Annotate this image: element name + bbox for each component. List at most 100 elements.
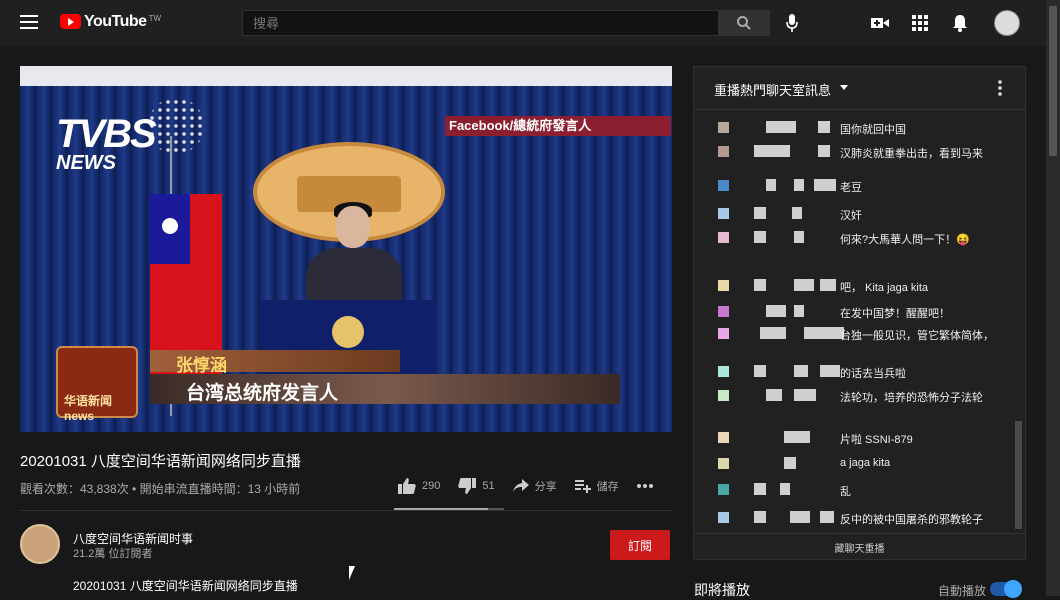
chat-author-avatar[interactable] [718,280,729,291]
chat-message-text: 的话去当兵啦 [840,368,906,380]
source-banner: Facebook/總統府發言人 [445,116,671,136]
menu-icon[interactable] [20,15,38,29]
video-description: 20201031 八度空间华语新闻网络同步直播 [73,579,298,593]
subscriber-count: 21.2萬 位訂閱者 [73,548,153,560]
youtube-play-icon [60,14,81,29]
chat-message: 乱 [718,481,998,503]
chat-message: 汉奸 [718,205,998,227]
chat-message: 吧， Kita jaga kita [718,277,998,299]
chat-message: 汉肺炎就重拳出击，看到马来 [718,143,998,165]
dislike-count: 51 [482,480,495,492]
share-button[interactable]: 分享 [512,478,557,494]
chat-message: 反中的被中国屠杀的邪教轮子 [718,509,998,531]
up-next-heading: 即將播放 [694,582,750,598]
chat-message-text: 片啦 SSNI-879 [840,434,913,446]
chat-message: 台独一般见识，管它繁体简体， [718,325,998,347]
chat-message: 何來?大馬華人問一下！😝 [718,229,998,251]
chat-author-avatar[interactable] [718,390,729,401]
divider [20,510,672,511]
logo-region: TW [148,14,161,23]
chat-message-text: 乱 [840,486,851,498]
apps-grid-icon[interactable] [910,13,930,33]
chat-message: 的话去当兵啦 [718,363,998,385]
chat-message-text: 国你就回中国 [840,124,906,136]
more-actions-button[interactable] [636,484,659,488]
chat-message-text: 汉奸 [840,210,862,222]
chat-message-text: a jaga kita [840,457,891,469]
tvbs-logo: TVBS NEWS [56,98,206,176]
chat-mode-dropdown[interactable]: 重播熱門聊天室訊息 [714,80,831,99]
hide-chat-replay-button[interactable]: 藏聊天重播 [694,540,1025,555]
page-scrollbar[interactable] [1046,0,1060,596]
chat-author-avatar[interactable] [718,122,729,133]
youtube-logo[interactable]: YouTube TW [60,14,161,30]
chat-message-text: 何來?大馬華人問一下！😝 [840,234,970,246]
view-count: 觀看次數：43,838次 • 開始串流直播時間：13 小時前 [20,482,301,496]
video-top-strip [20,66,672,86]
chat-author-avatar[interactable] [718,146,729,157]
dislike-button[interactable]: 51 [458,478,495,494]
chat-author-avatar[interactable] [718,432,729,443]
autoplay-label: 自動播放 [938,584,987,598]
notifications-bell-icon[interactable] [950,13,970,33]
speaker-name: 张惇涵 [176,356,227,375]
chat-message-text: 法轮功，培养的恐怖分子法轮 [840,392,983,404]
search-input[interactable] [243,11,715,35]
chevron-down-icon[interactable] [840,85,848,90]
thumbs-down-icon [458,478,477,494]
like-button[interactable]: 290 [398,478,440,494]
chat-message: 国你就回中国 [718,119,998,141]
chat-author-avatar[interactable] [718,366,729,377]
chat-messages: 国你就回中国汉肺炎就重拳出击，看到马来 老豆汉奸何來?大馬華人問一下！😝 吧， Ki… [694,111,1025,531]
video-title: 20201031 八度空间华语新闻网络同步直播 [20,453,301,470]
tvbs-logo-small: NEWS [56,152,116,174]
create-video-icon[interactable] [870,13,890,33]
mouse-cursor [349,566,355,580]
chat-scrollbar[interactable] [1014,111,1022,529]
chat-message-text: 汉肺炎就重拳出击，看到马来 [840,148,983,160]
chat-message-text: 在发中国梦！醒醒吧！ [840,308,950,320]
search-box [242,10,719,36]
chat-message-text: 反中的被中国屠杀的邪教轮子 [840,514,983,526]
chat-message-text: 吧， Kita jaga kita [840,282,929,294]
subscribe-button[interactable]: 訂閱 [610,530,670,560]
playlist-add-icon [574,480,591,493]
chat-author-avatar[interactable] [718,208,729,219]
account-avatar[interactable] [994,10,1020,36]
news-logo-text: 华语新闻 news [64,394,113,423]
chat-message-text: 老豆 [840,182,862,194]
video-actions: 290 51 分享 儲存 [398,478,677,494]
chat-author-avatar[interactable] [718,458,729,469]
search-button[interactable] [718,10,770,36]
chat-header: 重播熱門聊天室訊息 [694,67,1025,110]
chat-message: 在发中国梦！醒醒吧！ [718,303,998,325]
chat-author-avatar[interactable] [718,512,729,523]
microphone-icon[interactable] [782,13,802,33]
like-count: 290 [422,480,441,492]
chat-message: 法轮功，培养的恐怖分子法轮 [718,387,998,409]
chat-author-avatar[interactable] [718,232,729,243]
chat-author-avatar[interactable] [718,484,729,495]
chat-message: a jaga kita [718,455,998,477]
chat-author-avatar[interactable] [718,180,729,191]
share-arrow-icon [512,479,529,492]
save-button[interactable]: 儲存 [574,478,619,494]
news-channel-logo: 华语新闻 news [56,346,138,423]
chat-message: 片啦 SSNI-879 [718,429,998,451]
chat-message: 老豆 [718,177,998,199]
speaker-title: 台湾总统府发言人 [186,383,339,404]
search-icon [737,16,751,30]
thumbs-up-icon [398,478,416,494]
chat-author-avatar[interactable] [718,306,729,317]
channel-avatar[interactable] [20,524,60,564]
live-chat-replay: 重播熱門聊天室訊息 国你就回中国汉肺炎就重拳出击，看到马来 老豆汉奸何來?大馬華人… [693,66,1026,560]
more-horizontal-icon [636,484,653,488]
tvbs-logo-big: TVBS [56,112,157,156]
autoplay-toggle[interactable] [990,580,1022,598]
video-player[interactable]: Facebook/總統府發言人 张惇涵 台湾总统府发言人 华语新闻 news T… [20,66,672,432]
share-label: 分享 [534,481,557,493]
chat-message-text: 台独一般见识，管它繁体简体， [840,330,994,342]
chat-author-avatar[interactable] [718,328,729,339]
chat-footer: 藏聊天重播 [694,533,1025,560]
more-vertical-icon[interactable] [998,79,1002,97]
